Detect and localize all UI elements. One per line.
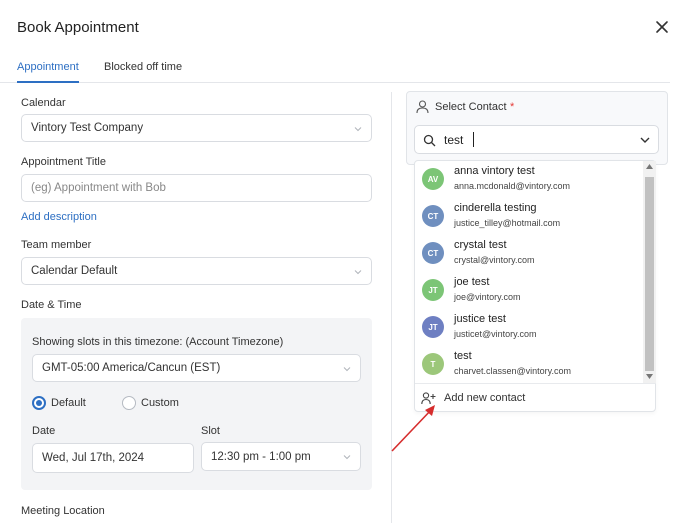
chevron-down-icon <box>343 367 351 372</box>
contact-name: crystal test <box>454 239 507 251</box>
calendar-select[interactable]: Vintory Test Company <box>21 114 372 142</box>
team-member-value: Calendar Default <box>31 265 118 277</box>
timezone-select[interactable]: GMT-05:00 America/Cancun (EST) <box>32 354 361 382</box>
radio-custom[interactable] <box>122 396 136 410</box>
chevron-down-icon[interactable] <box>640 136 650 144</box>
appointment-title-label: Appointment Title <box>21 156 106 168</box>
tab-appointment[interactable]: Appointment <box>17 61 79 73</box>
modal-title: Book Appointment <box>17 19 139 36</box>
appointment-title-input[interactable]: (eg) Appointment with Bob <box>21 174 372 202</box>
required-marker: * <box>510 101 515 113</box>
chevron-down-icon <box>343 455 351 460</box>
contact-email: charvet.classen@vintory.com <box>454 366 572 376</box>
date-label: Date <box>32 425 56 437</box>
contact-result-item[interactable]: JT joe test joe@vintory.com <box>415 272 643 309</box>
slot-select[interactable]: 12:30 pm - 1:00 pm <box>201 442 361 471</box>
contact-result-item[interactable]: Ttest charvet.classen@vintory.com <box>415 346 643 383</box>
contact-email: anna.mcdonald@vintory.com <box>454 181 571 191</box>
contact-name: joe test <box>454 276 490 288</box>
slot-value: 12:30 pm - 1:00 pm <box>211 450 311 463</box>
text-cursor <box>473 132 474 147</box>
avatar: AV <box>422 168 444 190</box>
date-time-label: Date & Time <box>21 299 82 311</box>
contact-results-dropdown: AV anna vintory test anna.mcdonald@vintory… <box>414 160 656 412</box>
annotation-arrow-icon <box>391 405 435 452</box>
add-new-contact-label: Add new contact <box>444 392 526 404</box>
date-value: Wed, Jul 17th, 2024 <box>42 452 145 464</box>
calendar-label: Calendar <box>21 97 66 109</box>
avatar: T <box>422 353 444 375</box>
contact-result-item[interactable]: JT justice test justicet@vintory.com <box>415 309 643 346</box>
scroll-down-arrow-icon[interactable] <box>646 374 653 379</box>
tab-bar: Appointment Blocked off time <box>0 55 670 83</box>
timezone-note: Showing slots in this timezone: (Account… <box>32 336 284 348</box>
avatar: CT <box>422 205 444 227</box>
chevron-down-icon <box>354 270 362 275</box>
appointment-title-placeholder: (eg) Appointment with Bob <box>31 182 166 194</box>
contact-result-item[interactable]: CT crystal test crystal@vintory.com <box>415 235 643 272</box>
add-new-contact-button[interactable]: Add new contact <box>415 383 656 412</box>
avatar: CT <box>422 242 444 264</box>
contact-result-item[interactable]: AV anna vintory test anna.mcdonald@vintory… <box>415 161 643 198</box>
contact-search-input[interactable]: test <box>414 125 659 154</box>
team-member-label: Team member <box>21 239 92 251</box>
contact-email: justicet@vintory.com <box>454 329 537 339</box>
radio-default[interactable] <box>32 396 46 410</box>
tab-blocked-off-time[interactable]: Blocked off time <box>104 61 182 73</box>
contact-result-item[interactable]: CT cinderella testing justice_tilley@hotma… <box>415 198 643 235</box>
avatar: JT <box>422 316 444 338</box>
meeting-location-label: Meeting Location <box>21 505 105 517</box>
select-contact-label: Select Contact <box>435 101 507 113</box>
radio-default-label: Default <box>51 397 86 409</box>
timezone-value: GMT-05:00 America/Cancun (EST) <box>42 362 221 374</box>
active-tab-indicator <box>17 81 79 83</box>
contact-email: justice_tilley@hotmail.com <box>454 218 561 228</box>
contact-email: joe@vintory.com <box>454 292 521 302</box>
user-icon <box>416 100 429 114</box>
scroll-up-arrow-icon[interactable] <box>646 164 653 169</box>
date-input[interactable]: Wed, Jul 17th, 2024 <box>32 443 194 473</box>
avatar: JT <box>422 279 444 301</box>
search-icon <box>423 134 436 147</box>
contact-name: anna vintory test <box>454 165 535 177</box>
calendar-value: Vintory Test Company <box>31 122 144 134</box>
column-divider <box>391 92 392 523</box>
contact-name: justice test <box>454 313 506 325</box>
contact-name: test <box>454 350 472 362</box>
add-description-link[interactable]: Add description <box>21 211 97 223</box>
team-member-select[interactable]: Calendar Default <box>21 257 372 285</box>
chevron-down-icon <box>354 127 362 132</box>
slot-label: Slot <box>201 425 220 437</box>
contact-name: cinderella testing <box>454 202 537 214</box>
contact-email: crystal@vintory.com <box>454 255 535 265</box>
radio-custom-label: Custom <box>141 397 179 409</box>
contact-search-value: test <box>444 133 464 147</box>
close-icon[interactable] <box>653 18 671 36</box>
book-appointment-modal: Book Appointment Appointment Blocked off… <box>0 0 688 531</box>
results-scrollbar[interactable] <box>643 161 656 383</box>
scroll-thumb[interactable] <box>645 177 654 371</box>
